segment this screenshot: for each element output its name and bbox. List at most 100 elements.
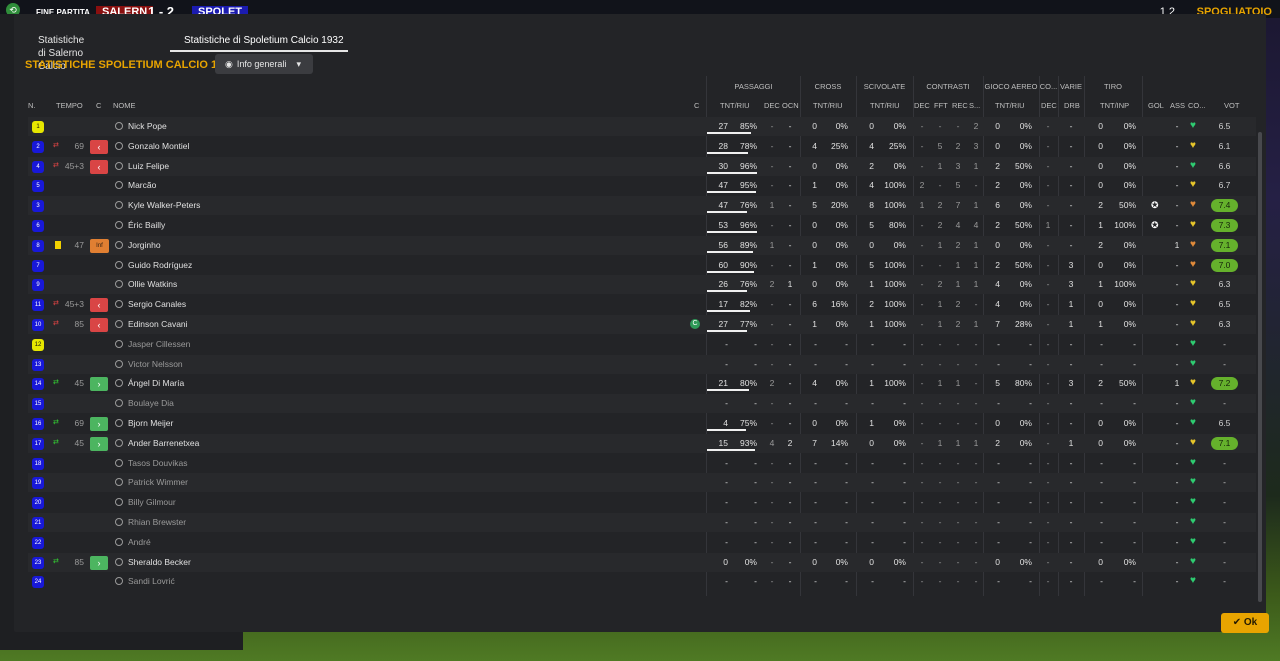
minute xyxy=(60,355,84,374)
aerial-pct: - xyxy=(1029,497,1032,508)
view-dropdown[interactable]: ◉ Info generali ▾ xyxy=(215,54,313,74)
co-value: - xyxy=(1046,299,1050,310)
co-value: - xyxy=(1046,497,1050,508)
table-row[interactable]: 2 ⇄ 69 ‹ Gonzalo Montiel 28 78% - -4 25% 4 25% -5 2 3 0… xyxy=(28,137,1256,156)
shots-pct: 0% xyxy=(1123,160,1136,171)
table-row[interactable]: 24 Sandi Lovrić - - - - - - - - - - - - - - - - - - - ♥ - xyxy=(28,572,1256,591)
col-con-fft[interactable]: FFT xyxy=(934,101,948,110)
col-pass-tnt[interactable]: TNT/RIU xyxy=(720,101,750,110)
passes-attempted: - xyxy=(725,517,728,527)
tackles-attempted: - xyxy=(871,576,874,587)
eye-icon: ◉ xyxy=(225,59,233,69)
table-row[interactable]: 22 André - - - - - - - - - - - - - - - - - - - ♥ - xyxy=(28,533,1256,552)
table-row[interactable]: 10 ⇄ 85 ‹ Edinson Cavani C 27 77% - -1 0% 1 100% -1 2 1… xyxy=(28,315,1256,334)
col-ass[interactable]: ASS xyxy=(1170,101,1185,110)
shots-pct: 50% xyxy=(1118,200,1136,211)
table-row[interactable]: 14 ⇄ 45 › Ángel Di María 21 80% 2-4 0% 1 100% -1 1-5… xyxy=(28,374,1256,393)
table-row[interactable]: 5 Marcão 47 95% - -1 0% 4 100% 2-5-2 0% - -0 0% - ♥ 6.7 xyxy=(28,176,1256,195)
col-con-rec[interactable]: REC xyxy=(952,101,968,110)
contrasti-0: - xyxy=(920,160,924,171)
shots: - xyxy=(1100,477,1103,488)
tackles-pct: 100% xyxy=(884,299,906,310)
col-n[interactable]: N. xyxy=(28,101,36,110)
col-c2[interactable]: C xyxy=(694,101,699,110)
table-row[interactable]: 7 Guido Rodríguez 60 90% - -1 0% 5 100% - -1 1 2 50% -… xyxy=(28,256,1256,275)
col-tempo[interactable]: TEMPO xyxy=(56,101,83,110)
col-c[interactable]: C xyxy=(96,101,101,110)
shots-pct: - xyxy=(1133,576,1136,587)
table-row[interactable]: 13 Victor Nelsson - - - - - - - - - - - - - - - - - - - ♥ - xyxy=(28,354,1256,374)
table-row[interactable]: 9 Ollie Watkins 26 76% 2 1 0 0% 1 100% -2 1 1 4 0% -3 1 1… xyxy=(28,275,1256,295)
tackles-pct: - xyxy=(903,477,906,488)
table-row[interactable]: 18 Tasos Douvikas - - - - - - - - - - - - - - - - - - - ♥ - xyxy=(28,454,1256,473)
table-row[interactable]: 1 Nick Pope 27 85% - -0 0% 0 0% - - -2 0 0% - -0 0% - ♥ 6.5 xyxy=(28,117,1256,136)
col-cross-tnt[interactable]: TNT/RIU xyxy=(813,101,843,110)
passes-decisive: - xyxy=(770,319,774,329)
tab-spoletium[interactable]: Statistiche di Spoletium Calcio 1932 xyxy=(170,34,348,52)
col-sciv-tnt[interactable]: TNT/RIU xyxy=(870,101,900,110)
condition-heart-icon: ♥ xyxy=(1190,238,1196,250)
cross-pct: - xyxy=(845,457,848,468)
condition-heart-icon: ♥ xyxy=(1190,377,1196,389)
col-pass-dec[interactable]: DEC xyxy=(764,101,780,110)
col-nome[interactable]: NOME xyxy=(113,101,136,110)
table-row[interactable]: 6 Éric Bailly 53 96% - -0 0% 5 80% -2 4 4 2 50% 1-1 100… xyxy=(28,216,1256,235)
shirt-number: 14 xyxy=(32,378,44,391)
table-row[interactable]: 11 ⇄ 45+3 ‹ Sergio Canales 17 82% - -6 16% 2 100% -1… xyxy=(28,295,1256,314)
rating: 6.3 xyxy=(1218,319,1231,329)
col-drb[interactable]: DRB xyxy=(1064,101,1080,110)
col-gol[interactable]: GOL xyxy=(1148,101,1164,110)
table-row[interactable]: 20 Billy Gilmour - - - - - - - - - - - - - - - - - - - ♥ - xyxy=(28,493,1256,512)
table-row[interactable]: 21 Rhian Brewster - - - - - - - - - - - - - - - - - - - ♥ - xyxy=(28,513,1256,532)
passes-decisive: - xyxy=(770,160,774,171)
col-co-dec[interactable]: DEC xyxy=(1041,101,1057,110)
passes-pct: - xyxy=(754,338,757,349)
contrasti-2: 1 xyxy=(955,259,961,270)
aerial-attempted: - xyxy=(997,457,1000,468)
table-row[interactable]: 15 Boulaye Dia - - - - - - - - - - - - - - - - - - - ♥ - xyxy=(28,394,1256,414)
table-row[interactable]: 16 ⇄ 69 › Bjorn Meijer 4 75% - -0 0% 1 0% - - - -0 0% - -0… xyxy=(28,414,1256,433)
passes-bar xyxy=(707,211,747,214)
assists: - xyxy=(1175,398,1179,409)
assists: - xyxy=(1175,477,1179,488)
cross-attempted: - xyxy=(814,536,817,547)
minute: 45+3 xyxy=(64,299,84,310)
contrasti-2: - xyxy=(956,497,960,508)
table-row[interactable]: 23 ⇄ 85 › Sheraldo Becker 0 0% - -0 0% 0 0% - - - -0 0% -… xyxy=(28,552,1256,572)
ok-button[interactable]: ✔ Ok xyxy=(1221,613,1269,633)
scrollbar[interactable] xyxy=(1258,132,1262,602)
table-row[interactable]: 3 Kyle Walker-Peters 47 76% 1-5 20% 8 100% 1 2 7 1 6… xyxy=(28,196,1256,216)
minute: 47 xyxy=(74,239,84,250)
shirt-number: 10 xyxy=(32,319,44,331)
table-row[interactable]: 12 Jasper Cillessen - - - - - - - - - - - - - - - - - - - ♥ - xyxy=(28,335,1256,354)
shots-pct: 0% xyxy=(1123,239,1136,250)
co-value: - xyxy=(1046,517,1050,527)
col-vot[interactable]: VOT xyxy=(1224,101,1239,110)
tackles-attempted: 1 xyxy=(869,279,874,290)
table-row[interactable]: 4 ⇄ 45+3 ‹ Luiz Felipe 30 96% - -0 0% 2 0% -1 3 1 2 50% -… xyxy=(28,156,1256,176)
minute xyxy=(60,513,84,532)
col-con-dec[interactable]: DEC xyxy=(914,101,930,110)
table-row[interactable]: 8 47 Inf Jorginho 56 89% 1-0 0% 0 0% -1 2 1 0 0% - -2 0% 1… xyxy=(28,235,1256,255)
tackles-attempted: 0 xyxy=(869,239,874,250)
col-con-s[interactable]: S... xyxy=(969,101,980,110)
aerial-attempted: - xyxy=(997,576,1000,587)
table-row[interactable]: 17 ⇄ 45 › Ander Barrenetxea 15 93% 4 2 7 14% 0 0% -1 1… xyxy=(28,433,1256,453)
col-pass-ocn[interactable]: OCN xyxy=(782,101,799,110)
passes-bar xyxy=(707,389,749,392)
shots-pct: 0% xyxy=(1123,299,1136,310)
aerial-attempted: 0 xyxy=(995,418,1000,428)
col-co[interactable]: CO... xyxy=(1188,101,1206,110)
player-profile-icon xyxy=(115,240,123,249)
col-tiro-tnt[interactable]: TNT/INP xyxy=(1100,101,1129,110)
tackles-pct: 80% xyxy=(888,220,906,230)
rating: 7.3 xyxy=(1211,219,1238,232)
passes-decisive: - xyxy=(770,259,774,270)
cross-pct: 14% xyxy=(830,437,848,448)
col-aereo-tnt[interactable]: TNT/RIU xyxy=(995,101,1025,110)
dribbles: - xyxy=(1069,556,1073,567)
table-row[interactable]: 19 Patrick Wimmer - - - - - - - - - - - - - - - - - - - ♥ - xyxy=(28,473,1256,493)
condition-heart-icon: ♥ xyxy=(1190,357,1196,369)
contrasti-1: 1 xyxy=(937,319,943,329)
assists: - xyxy=(1175,517,1179,527)
